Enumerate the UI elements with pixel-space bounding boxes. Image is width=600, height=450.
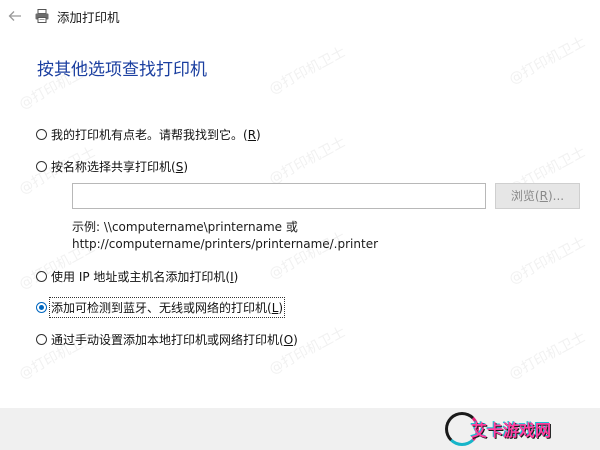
window-title: 添加打印机	[57, 10, 120, 25]
watermark-text: @打印机卫士	[266, 44, 349, 98]
example-line-1: 示例: \\computername\printername 或	[72, 220, 298, 234]
option-label[interactable]: 使用 IP 地址或主机名添加打印机(I)	[51, 268, 238, 285]
title-bar: 添加打印机	[0, 0, 600, 34]
radio-button[interactable]	[36, 129, 47, 140]
printer-icon	[34, 8, 50, 24]
watermark-text: @打印机卫士	[506, 329, 589, 383]
watermark-text: @打印机卫士	[506, 234, 589, 288]
option-ip-address[interactable]: 使用 IP 地址或主机名添加打印机(I)	[36, 268, 238, 285]
example-hint: 示例: \\computername\printername 或 http://…	[72, 219, 378, 253]
watermark-text: @打印机卫士	[506, 34, 589, 88]
option-label[interactable]: 我的打印机有点老。请帮我找到它。(R)	[51, 126, 261, 143]
option-label[interactable]: 通过手动设置添加本地打印机或网络打印机(O)	[51, 331, 298, 348]
brand-logo: 艾卡游戏网	[445, 410, 563, 450]
back-arrow-icon[interactable]	[6, 7, 24, 25]
radio-button[interactable]	[36, 271, 47, 282]
page-heading: 按其他选项查找打印机	[37, 60, 207, 80]
radio-button[interactable]	[36, 334, 47, 345]
option-manual-local-network[interactable]: 通过手动设置添加本地打印机或网络打印机(O)	[36, 331, 298, 348]
option-label[interactable]: 按名称选择共享打印机(S)	[51, 158, 188, 175]
option-label[interactable]: 添加可检测到蓝牙、无线或网络的打印机(L)	[48, 297, 286, 318]
brand-logo-text: 艾卡游戏网	[471, 421, 552, 440]
option-older-printer[interactable]: 我的打印机有点老。请帮我找到它。(R)	[36, 126, 261, 143]
radio-button-selected[interactable]	[36, 302, 47, 313]
example-line-2: http://computername/printers/printername…	[72, 237, 379, 251]
browse-button[interactable]: 浏览(R)...	[495, 183, 580, 209]
radio-button[interactable]	[36, 161, 47, 172]
watermark-text: @打印机卫士	[266, 134, 349, 188]
option-bluetooth-wireless-network[interactable]: 添加可检测到蓝牙、无线或网络的打印机(L)	[36, 297, 286, 318]
option-shared-printer-by-name[interactable]: 按名称选择共享打印机(S)	[36, 158, 188, 175]
shared-printer-path-input[interactable]	[72, 183, 486, 209]
